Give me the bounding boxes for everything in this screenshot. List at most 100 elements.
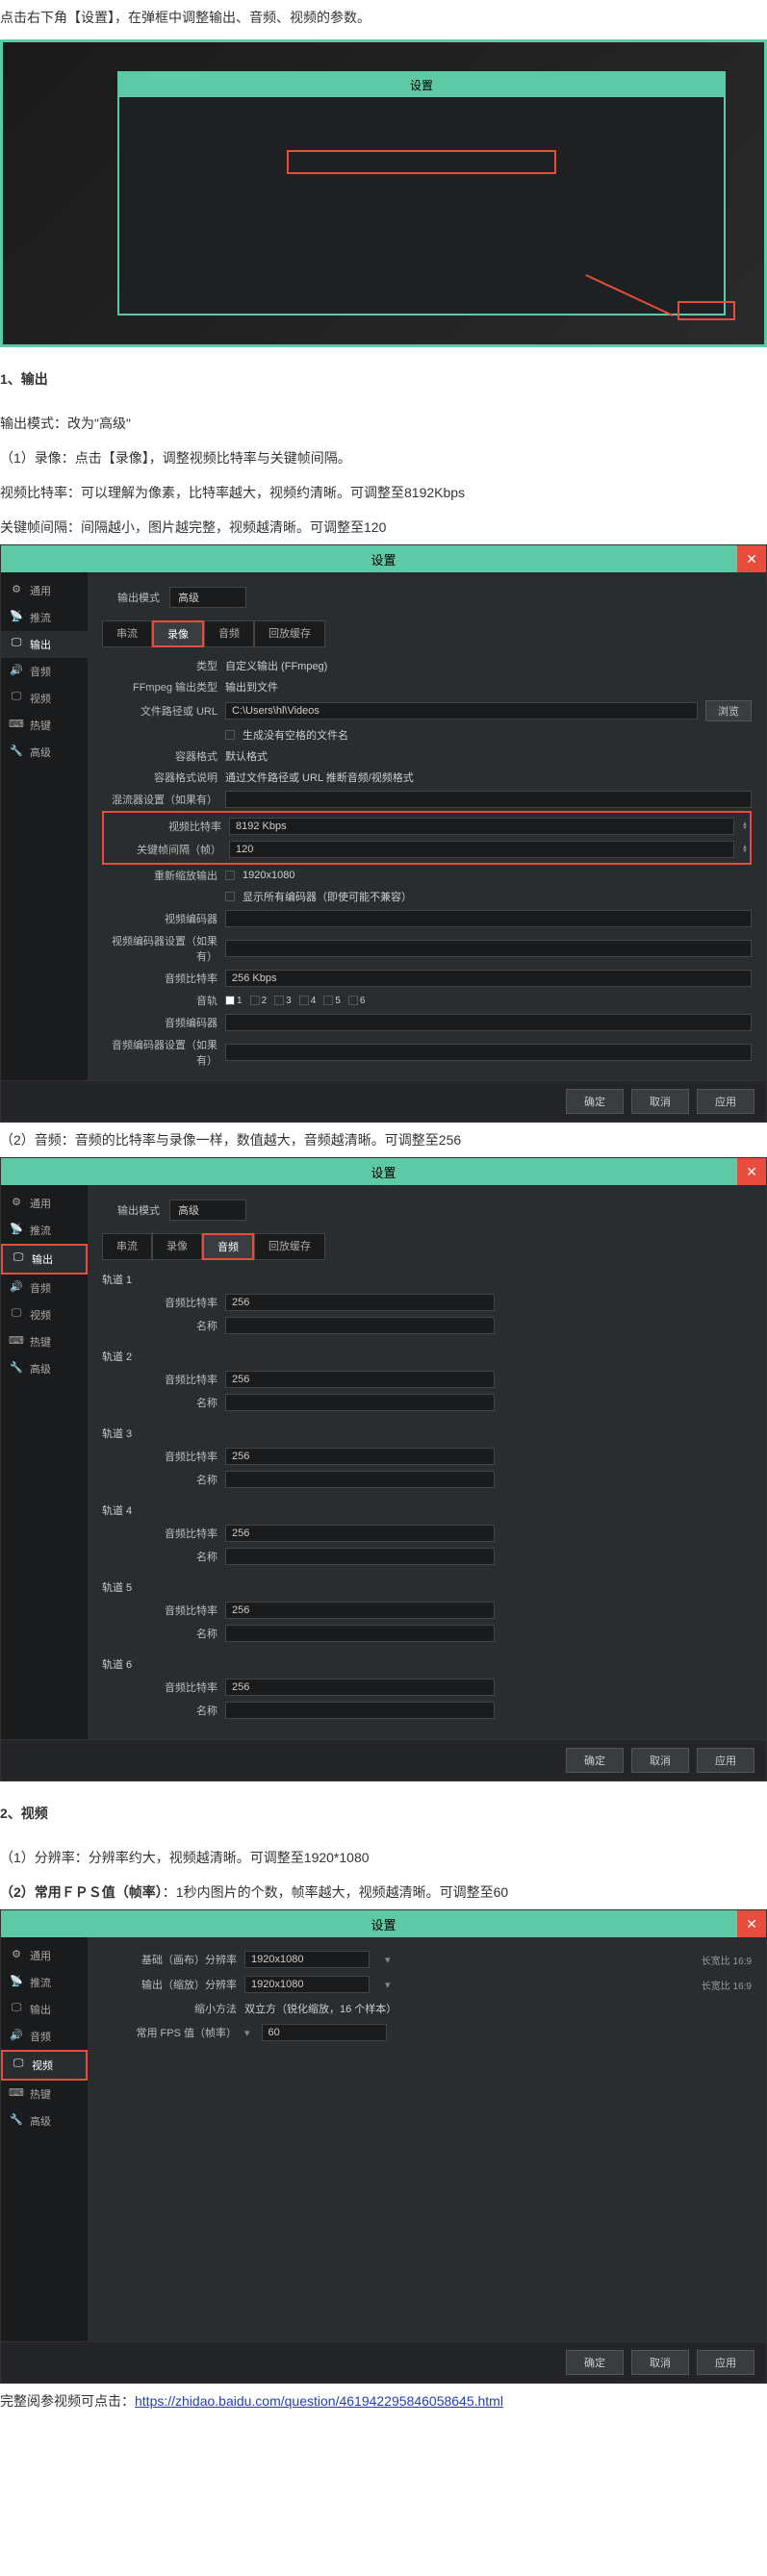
dropdown-icon[interactable]: ▾ bbox=[244, 2027, 250, 2039]
settings-dialog-output: 设置 ✕ ⚙通用 📡推流 🖵输出 🔊音频 🖵视频 ⌨热键 🔧高级 输出模式 高级… bbox=[0, 544, 767, 1123]
track-bitrate-input[interactable] bbox=[225, 1525, 495, 1542]
track-name-label: 名称 bbox=[141, 1549, 217, 1564]
scale-value[interactable]: 双立方（锐化缩放，16 个样本） bbox=[244, 2001, 396, 2016]
sidebar-item-video[interactable]: 🖵视频 bbox=[1, 1301, 88, 1328]
sidebar-item-advanced[interactable]: 🔧高级 bbox=[1, 1355, 88, 1382]
apply-button[interactable]: 应用 bbox=[697, 1089, 754, 1114]
track-checkbox-5[interactable] bbox=[323, 996, 333, 1005]
vencoder-settings-input[interactable] bbox=[225, 940, 752, 957]
tab-record[interactable]: 录像 bbox=[152, 1233, 202, 1260]
fps-label: 常用 FPS 值（帧率） bbox=[102, 2025, 237, 2040]
cancel-button[interactable]: 取消 bbox=[631, 1089, 689, 1114]
track-name-label: 名称 bbox=[141, 1626, 217, 1641]
ok-button[interactable]: 确定 bbox=[566, 1748, 624, 1773]
sidebar-item-stream[interactable]: 📡推流 bbox=[1, 604, 88, 631]
vbitrate-input[interactable] bbox=[229, 818, 734, 835]
track-name-input[interactable] bbox=[225, 1625, 495, 1642]
base-res-label: 基础（画布）分辨率 bbox=[102, 1952, 237, 1967]
track-bitrate-input[interactable] bbox=[225, 1371, 495, 1388]
reference-link[interactable]: https://zhidao.baidu.com/question/461942… bbox=[135, 2393, 503, 2409]
track-checkbox-4[interactable] bbox=[299, 996, 309, 1005]
vencoder-input[interactable] bbox=[225, 910, 752, 927]
apply-button[interactable]: 应用 bbox=[697, 1748, 754, 1773]
output-ratio: 长宽比 16:9 bbox=[702, 1978, 752, 1992]
close-button[interactable]: ✕ bbox=[737, 1158, 766, 1185]
tab-record[interactable]: 录像 bbox=[152, 620, 204, 647]
sidebar-item-advanced[interactable]: 🔧高级 bbox=[1, 739, 88, 766]
sidebar-item-video[interactable]: 🖵视频 bbox=[1, 2050, 88, 2081]
track-bitrate-input[interactable] bbox=[225, 1294, 495, 1311]
spinner-icon[interactable]: ▲▼ bbox=[742, 822, 748, 830]
sidebar-item-output[interactable]: 🖵输出 bbox=[1, 1996, 88, 2023]
sidebar-item-hotkeys[interactable]: ⌨热键 bbox=[1, 712, 88, 739]
sidebar-item-output[interactable]: 🖵输出 bbox=[1, 631, 88, 658]
sidebar-item-hotkeys[interactable]: ⌨热键 bbox=[1, 1328, 88, 1355]
sidebar-item-audio[interactable]: 🔊音频 bbox=[1, 2023, 88, 2050]
muxer-input[interactable] bbox=[225, 791, 752, 808]
aencoder-input[interactable] bbox=[225, 1014, 752, 1031]
tab-replay[interactable]: 回放缓存 bbox=[254, 620, 325, 647]
tab-audio[interactable]: 音频 bbox=[202, 1233, 254, 1260]
tab-stream[interactable]: 串流 bbox=[102, 1233, 152, 1260]
browse-button[interactable]: 浏览 bbox=[705, 700, 752, 721]
container-value[interactable]: 默认格式 bbox=[225, 748, 268, 764]
keyboard-icon: ⌨ bbox=[9, 2086, 24, 2102]
sidebar-item-audio[interactable]: 🔊音频 bbox=[1, 1275, 88, 1301]
tab-replay[interactable]: 回放缓存 bbox=[254, 1233, 325, 1260]
sidebar-item-hotkeys[interactable]: ⌨热键 bbox=[1, 2081, 88, 2108]
track-name-input[interactable] bbox=[225, 1317, 495, 1334]
section1-mode: 输出模式：改为"高级" bbox=[0, 406, 767, 441]
track-bitrate-input[interactable] bbox=[225, 1448, 495, 1465]
tab-audio[interactable]: 音频 bbox=[204, 620, 254, 647]
fps-input[interactable] bbox=[262, 2024, 387, 2041]
mode-select[interactable]: 高级 bbox=[169, 587, 246, 608]
dialog-footer: 确定 取消 应用 bbox=[1, 2341, 766, 2383]
track-bitrate-input[interactable] bbox=[225, 1679, 495, 1696]
spinner-icon[interactable]: ▲▼ bbox=[742, 846, 748, 853]
cancel-button[interactable]: 取消 bbox=[631, 2350, 689, 2375]
track-checkbox-6[interactable] bbox=[348, 996, 358, 1005]
path-input[interactable] bbox=[225, 702, 698, 720]
dropdown-icon[interactable]: ▾ bbox=[385, 1979, 391, 1991]
mode-select[interactable]: 高级 bbox=[169, 1200, 246, 1221]
showall-checkbox[interactable] bbox=[225, 892, 235, 901]
tab-stream[interactable]: 串流 bbox=[102, 620, 152, 647]
sidebar-item-output[interactable]: 🖵输出 bbox=[1, 1244, 88, 1275]
base-res-input[interactable] bbox=[244, 1951, 370, 1968]
sidebar-item-stream[interactable]: 📡推流 bbox=[1, 1217, 88, 1244]
close-button[interactable]: ✕ bbox=[737, 1910, 766, 1937]
ok-button[interactable]: 确定 bbox=[566, 2350, 624, 2375]
track-checkbox-2[interactable] bbox=[250, 996, 260, 1005]
track-name-input[interactable] bbox=[225, 1471, 495, 1488]
ffmpeg-value[interactable]: 输出到文件 bbox=[225, 679, 278, 695]
dialog-footer: 确定 取消 应用 bbox=[1, 1739, 766, 1780]
sidebar-item-general[interactable]: ⚙通用 bbox=[1, 577, 88, 604]
rescale-checkbox[interactable] bbox=[225, 871, 235, 880]
track-section: 轨道 2 音频比特率 名称 bbox=[102, 1345, 752, 1414]
sidebar-item-advanced[interactable]: 🔧高级 bbox=[1, 2108, 88, 2134]
track-name-input[interactable] bbox=[225, 1702, 495, 1719]
sidebar-item-audio[interactable]: 🔊音频 bbox=[1, 658, 88, 685]
aencoder-settings-input[interactable] bbox=[225, 1044, 752, 1061]
abitrate-label: 音频比特率 bbox=[102, 971, 217, 986]
track-name-input[interactable] bbox=[225, 1394, 495, 1411]
track-name-input[interactable] bbox=[225, 1548, 495, 1565]
track-checkbox-1[interactable] bbox=[225, 996, 235, 1005]
nospaces-checkbox[interactable] bbox=[225, 730, 235, 740]
track-checkbox-3[interactable] bbox=[274, 996, 284, 1005]
cancel-button[interactable]: 取消 bbox=[631, 1748, 689, 1773]
apply-button[interactable]: 应用 bbox=[697, 2350, 754, 2375]
section3-heading: 2、视频 bbox=[0, 1796, 767, 1831]
sidebar-item-general[interactable]: ⚙通用 bbox=[1, 1190, 88, 1217]
ok-button[interactable]: 确定 bbox=[566, 1089, 624, 1114]
output-res-input[interactable] bbox=[244, 1976, 370, 1993]
sidebar-item-general[interactable]: ⚙通用 bbox=[1, 1942, 88, 1969]
dropdown-icon[interactable]: ▾ bbox=[385, 1954, 391, 1966]
close-button[interactable]: ✕ bbox=[737, 545, 766, 572]
abitrate-input[interactable] bbox=[225, 970, 752, 987]
sidebar-item-stream[interactable]: 📡推流 bbox=[1, 1969, 88, 1996]
sidebar-item-video[interactable]: 🖵视频 bbox=[1, 685, 88, 712]
track-bitrate-input[interactable] bbox=[225, 1602, 495, 1619]
keyframe-input[interactable] bbox=[229, 841, 734, 858]
type-value[interactable]: 自定义输出 (FFmpeg) bbox=[225, 658, 327, 673]
